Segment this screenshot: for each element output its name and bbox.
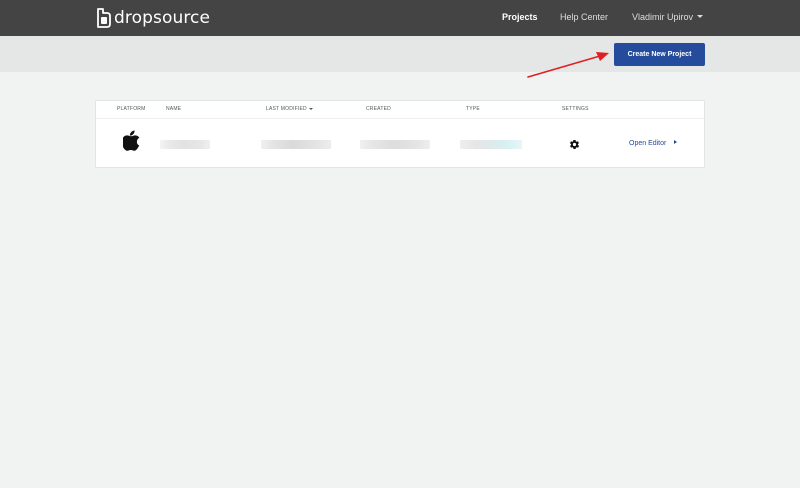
create-new-project-button[interactable]: Create New Project bbox=[614, 43, 705, 66]
header-last-modified-label: LAST MODIFIED bbox=[266, 106, 307, 112]
sort-down-icon bbox=[308, 107, 313, 110]
nav-projects[interactable]: Projects bbox=[502, 12, 538, 22]
brand-name: dropsource bbox=[114, 8, 211, 28]
nav-help-center[interactable]: Help Center bbox=[560, 12, 608, 22]
dropsource-logo-icon bbox=[97, 8, 111, 28]
dropsource-logo[interactable]: dropsource bbox=[95, 7, 210, 29]
created-redacted bbox=[360, 140, 430, 149]
top-navigation-bar: dropsource Projects Help Center Vladimir… bbox=[0, 0, 800, 36]
type-redacted bbox=[460, 140, 522, 149]
project-name-redacted bbox=[160, 140, 210, 149]
header-platform: PLATFORM bbox=[117, 106, 146, 112]
user-name: Vladimir Upirov bbox=[632, 12, 694, 22]
header-type[interactable]: TYPE bbox=[466, 106, 480, 112]
apple-icon bbox=[123, 130, 140, 151]
open-editor-label: Open Editor bbox=[629, 140, 667, 147]
play-arrow-icon bbox=[674, 140, 678, 145]
header-divider bbox=[96, 118, 704, 119]
header-name[interactable]: NAME bbox=[166, 106, 181, 112]
nav-user-menu[interactable]: Vladimir Upirov bbox=[632, 12, 704, 22]
header-settings: SETTINGS bbox=[562, 106, 589, 112]
header-created[interactable]: CREATED bbox=[366, 106, 391, 112]
projects-table: PLATFORM NAME LAST MODIFIED CREATED TYPE… bbox=[95, 100, 705, 168]
chevron-down-icon bbox=[697, 15, 704, 19]
gear-icon[interactable] bbox=[569, 139, 580, 150]
annotation-arrow-icon bbox=[527, 52, 609, 78]
header-last-modified[interactable]: LAST MODIFIED bbox=[266, 106, 313, 112]
last-modified-redacted bbox=[261, 140, 331, 149]
open-editor-link[interactable]: Open Editor bbox=[629, 140, 678, 147]
